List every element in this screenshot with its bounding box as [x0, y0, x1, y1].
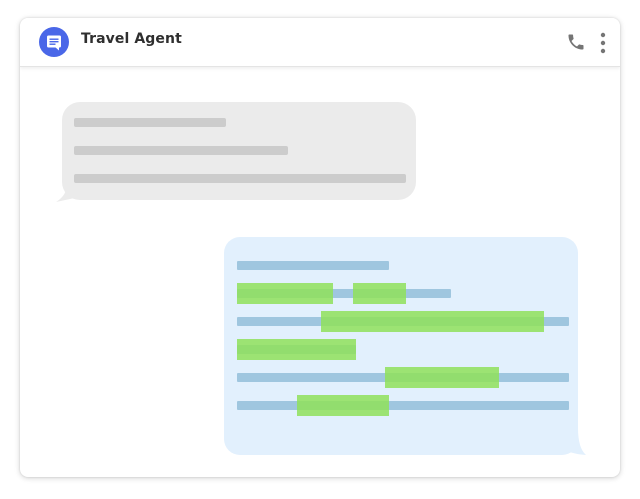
- redacted-text-line: [74, 146, 288, 155]
- incoming-message-bubble: [62, 102, 416, 200]
- highlight-span: [321, 311, 544, 332]
- redacted-text-line: [237, 261, 389, 270]
- agent-avatar[interactable]: [39, 27, 69, 57]
- highlight-span: [237, 283, 333, 304]
- redacted-text-line: [74, 118, 226, 127]
- more-vert-icon[interactable]: [598, 32, 608, 54]
- outgoing-message-bubble: [224, 237, 578, 455]
- message-icon: [47, 35, 61, 51]
- conversation-title: Travel Agent: [81, 31, 182, 47]
- highlight-span: [353, 283, 406, 304]
- chat-window: Travel Agent: [20, 18, 620, 477]
- redacted-text-line: [237, 401, 569, 410]
- phone-icon[interactable]: [566, 32, 586, 52]
- highlight-span: [385, 367, 499, 388]
- highlight-span: [297, 395, 389, 416]
- highlight-span: [237, 339, 356, 360]
- chat-header: Travel Agent: [20, 18, 620, 67]
- redacted-text-line: [74, 174, 406, 183]
